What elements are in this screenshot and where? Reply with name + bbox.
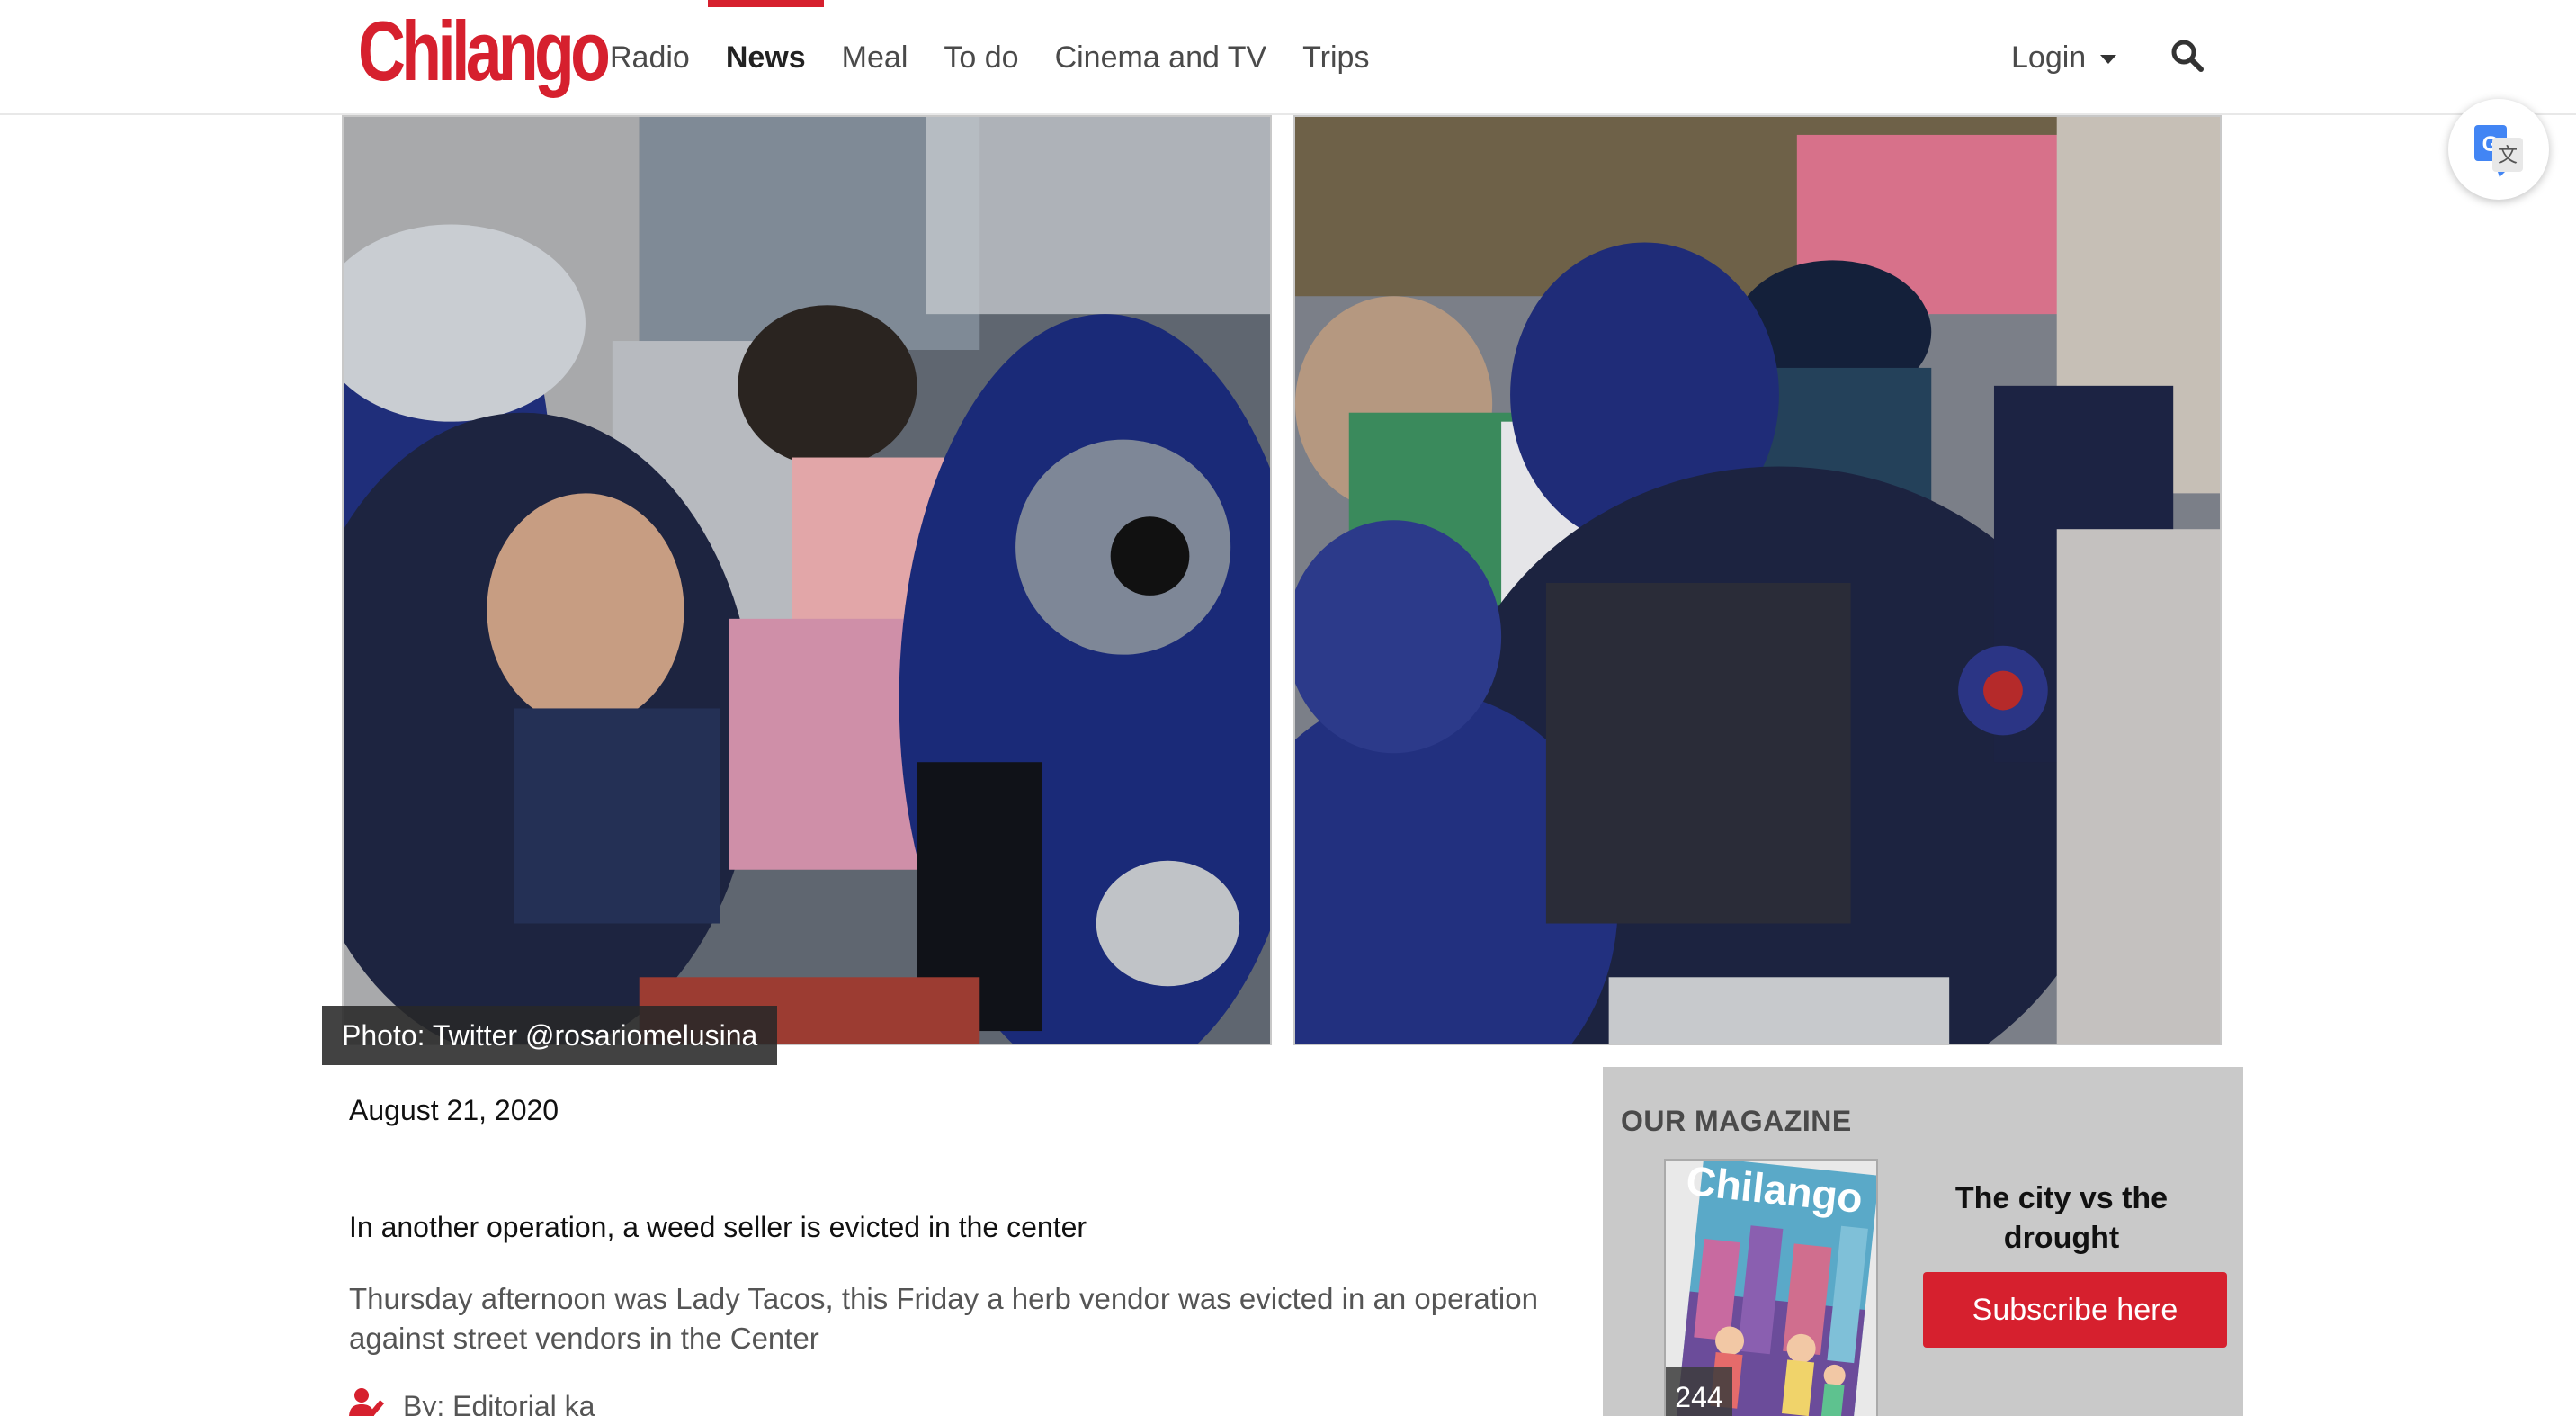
article-byline: By: Editorial ka xyxy=(349,1387,595,1416)
magazine-promo: OUR MAGAZINE Chilango 244 The city vs th… xyxy=(1603,1067,2243,1416)
user-edit-icon xyxy=(349,1387,387,1416)
subscribe-button[interactable]: Subscribe here xyxy=(1923,1272,2227,1348)
nav-item-radio[interactable]: Radio xyxy=(610,0,690,115)
main-nav: Radio News Meal To do Cinema and TV Trip… xyxy=(610,0,1405,115)
nav-item-meal[interactable]: Meal xyxy=(842,0,908,115)
nav-item-trips[interactable]: Trips xyxy=(1302,0,1369,115)
chevron-down-icon xyxy=(2100,55,2117,64)
magazine-cover[interactable]: Chilango 244 xyxy=(1664,1159,1878,1416)
nav-item-news[interactable]: News xyxy=(707,0,824,115)
photo-credit: Photo: Twitter @rosariomelusina xyxy=(322,1006,778,1065)
login-label: Login xyxy=(2011,40,2087,75)
site-header: Chilango Radio News Meal To do Cinema an… xyxy=(0,0,2576,115)
magazine-tagline: The city vs the drought xyxy=(1954,1181,2169,1255)
nav-item-cinema-tv[interactable]: Cinema and TV xyxy=(1055,0,1267,115)
police-eviction-photo-right xyxy=(1293,115,2222,1045)
login-dropdown[interactable]: Login xyxy=(2011,0,2117,115)
site-logo[interactable]: Chilango xyxy=(358,9,611,94)
byline-text: By: Editorial ka xyxy=(403,1389,595,1416)
magazine-issue-number: 244 xyxy=(1666,1367,1732,1416)
magazine-section-title: OUR MAGAZINE xyxy=(1621,1105,1852,1137)
article-date: August 21, 2020 xyxy=(349,1094,559,1126)
police-eviction-photo-left xyxy=(342,115,1272,1045)
svg-text:文: 文 xyxy=(2498,145,2518,167)
article-headline: In another operation, a weed seller is e… xyxy=(349,1211,1087,1243)
search-icon[interactable] xyxy=(2169,38,2205,74)
article-summary: Thursday afternoon was Lady Tacos, this … xyxy=(349,1282,1538,1355)
nav-item-to-do[interactable]: To do xyxy=(944,0,1018,115)
google-translate-icon[interactable]: G 文 xyxy=(2448,99,2549,200)
